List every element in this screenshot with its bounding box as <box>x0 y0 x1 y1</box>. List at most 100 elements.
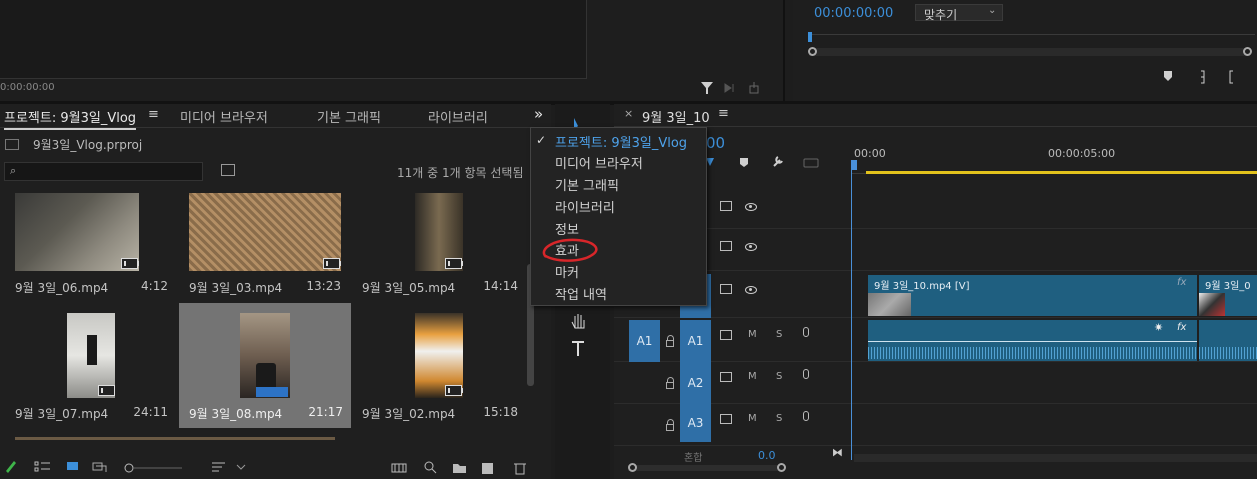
go-to-end-icon[interactable]: ⧓ <box>832 446 843 459</box>
tab-libraries[interactable]: 라이브러리 <box>428 107 488 126</box>
sync-lock-icon[interactable] <box>720 201 732 211</box>
audio-clip-2[interactable] <box>1199 320 1257 361</box>
clip-thumbnail-06[interactable] <box>15 193 139 271</box>
program-scrollbar[interactable] <box>809 48 1250 56</box>
menu-item-project[interactable]: 프로젝트: 9월3일_Vlog <box>555 132 687 151</box>
timeline-timecode[interactable]: 00 <box>706 134 725 152</box>
tab-essential-graphics[interactable]: 기본 그래픽 <box>317 107 381 126</box>
sync-lock-icon[interactable] <box>720 372 732 382</box>
marker-controls[interactable] <box>1161 68 1241 86</box>
audio-waveform <box>1199 347 1257 359</box>
video-clip[interactable]: 9월 3일_10.mp4 [V] fx <box>868 275 1197 316</box>
chevron-down-icon: ⌄ <box>988 5 997 16</box>
scrollbar-right-handle[interactable] <box>777 463 786 472</box>
video-clip-2[interactable]: 9월 3일_0 <box>1199 275 1257 316</box>
scrollbar-right-handle[interactable] <box>1243 47 1252 56</box>
mute-button[interactable]: M <box>748 413 757 424</box>
a1-target[interactable]: A1 <box>680 320 711 362</box>
toggle-output-icon[interactable] <box>745 243 757 251</box>
mark-in-icon <box>1201 70 1205 84</box>
a3-target[interactable]: A3 <box>680 404 711 442</box>
program-ruler <box>809 34 1255 35</box>
playhead-line[interactable] <box>851 160 852 460</box>
a2-target[interactable]: A2 <box>680 362 711 404</box>
sync-lock-icon[interactable] <box>720 330 732 340</box>
program-playhead[interactable] <box>808 32 812 42</box>
panel-dropdown-menu: ✓ 프로젝트: 9월3일_Vlog 미디어 브라우저 기본 그래픽 라이브러리 … <box>530 127 707 306</box>
clip-name: 9월 3일_06.mp4 <box>15 281 109 295</box>
timeline-scrollbar[interactable] <box>628 465 783 471</box>
menu-item-media-browser[interactable]: 미디어 브라우저 <box>555 153 643 172</box>
freeform-view-icon <box>92 462 107 472</box>
tab-project[interactable]: 프로젝트: 9월3일_Vlog <box>4 107 137 130</box>
toggle-output-icon[interactable] <box>745 286 757 294</box>
sync-lock-icon[interactable] <box>720 414 732 424</box>
close-icon[interactable]: × <box>624 107 633 120</box>
scrollbar-left-handle[interactable] <box>808 47 817 56</box>
clip-thumbnail-07[interactable] <box>67 313 115 398</box>
fx-badge: fx <box>1177 277 1187 288</box>
playhead-handle[interactable] <box>852 160 857 170</box>
voice-over-icon[interactable] <box>803 369 809 379</box>
fit-dropdown[interactable]: 맞추기 ⌄ <box>915 4 1003 22</box>
tab-menu-icon[interactable]: ≡ <box>718 106 729 121</box>
sync-lock-icon[interactable] <box>720 241 732 251</box>
a1-source-patch[interactable]: A1 <box>629 320 660 362</box>
audio-clip[interactable]: ✷ fx <box>868 320 1197 361</box>
menu-item-essential-graphics[interactable]: 기본 그래픽 <box>555 175 619 194</box>
menu-item-history[interactable]: 작업 내역 <box>555 284 607 303</box>
captions-icon <box>803 158 819 168</box>
tab-menu-icon[interactable]: ≡ <box>148 107 159 122</box>
red-circle-annotation <box>542 238 598 262</box>
audio-video-badge-icon <box>445 258 463 269</box>
add-marker-icon <box>1164 71 1172 81</box>
track-v1: 9월 3일_10.mp4 [V] fx 9월 3일_0 <box>614 274 1257 318</box>
voice-over-icon[interactable] <box>803 327 809 337</box>
new-bin-icon[interactable] <box>221 164 235 176</box>
project-bottom-toolbar[interactable] <box>0 456 551 476</box>
search-icon: ⌕ <box>10 164 17 177</box>
solo-button[interactable]: S <box>776 371 782 382</box>
audio-video-badge-icon <box>256 387 288 397</box>
clip-thumbnail-02[interactable] <box>415 313 463 398</box>
clip-name: 9월 3일_02.mp4 <box>362 407 456 421</box>
clip-tile-selected[interactable]: 9월 3일_08.mp4 21:17 <box>179 303 351 428</box>
clip-thumbnail <box>868 293 911 316</box>
scrollbar-left-handle[interactable] <box>628 463 637 472</box>
sequence-tab[interactable]: 9월 3일_10 <box>642 107 710 126</box>
keyframe-star-icon: ✷ <box>1154 321 1164 334</box>
mute-button[interactable]: M <box>748 329 757 340</box>
clip-duration: 15:18 <box>483 405 518 419</box>
mute-button[interactable]: M <box>748 371 757 382</box>
tab-media-browser[interactable]: 미디어 브라우저 <box>180 107 268 126</box>
ruler-label: 00:00:05:00 <box>1048 147 1116 160</box>
insert-icon <box>724 83 734 93</box>
clip-thumbnail-03[interactable] <box>189 193 341 271</box>
clip-thumbnail-05[interactable] <box>415 193 463 271</box>
mix-value[interactable]: 0.0 <box>758 449 776 462</box>
toggle-output-icon[interactable] <box>745 203 757 211</box>
snap-icon <box>706 158 714 166</box>
volume-line[interactable] <box>868 341 1197 342</box>
checkmark-icon: ✓ <box>536 133 547 147</box>
work-area-bar[interactable] <box>866 171 1257 174</box>
project-file-name: 9월3일_Vlog.prproj <box>33 138 143 152</box>
track-scroll-area[interactable] <box>854 454 1257 462</box>
timeline-tools[interactable] <box>704 154 824 170</box>
time-ruler[interactable]: 00:00 00:00:05:00 <box>852 146 1257 174</box>
zoom-slider-handle <box>124 463 134 473</box>
lock-icon[interactable] <box>666 335 674 347</box>
solo-button[interactable]: S <box>776 413 782 424</box>
lock-icon[interactable] <box>666 377 674 389</box>
panel-overflow-button[interactable]: » <box>534 105 543 123</box>
find-icon <box>424 461 434 471</box>
sync-lock-icon[interactable] <box>720 284 732 294</box>
source-monitor-panel: 0:00:00:00 <box>0 0 785 101</box>
program-timecode[interactable]: 00:00:00:00 <box>814 6 893 21</box>
search-input[interactable]: ⌕ <box>4 162 203 181</box>
clip-duration: 14:14 <box>483 279 518 293</box>
voice-over-icon[interactable] <box>803 411 809 421</box>
menu-item-libraries[interactable]: 라이브러리 <box>555 197 615 216</box>
solo-button[interactable]: S <box>776 329 782 340</box>
lock-icon[interactable] <box>666 419 674 431</box>
